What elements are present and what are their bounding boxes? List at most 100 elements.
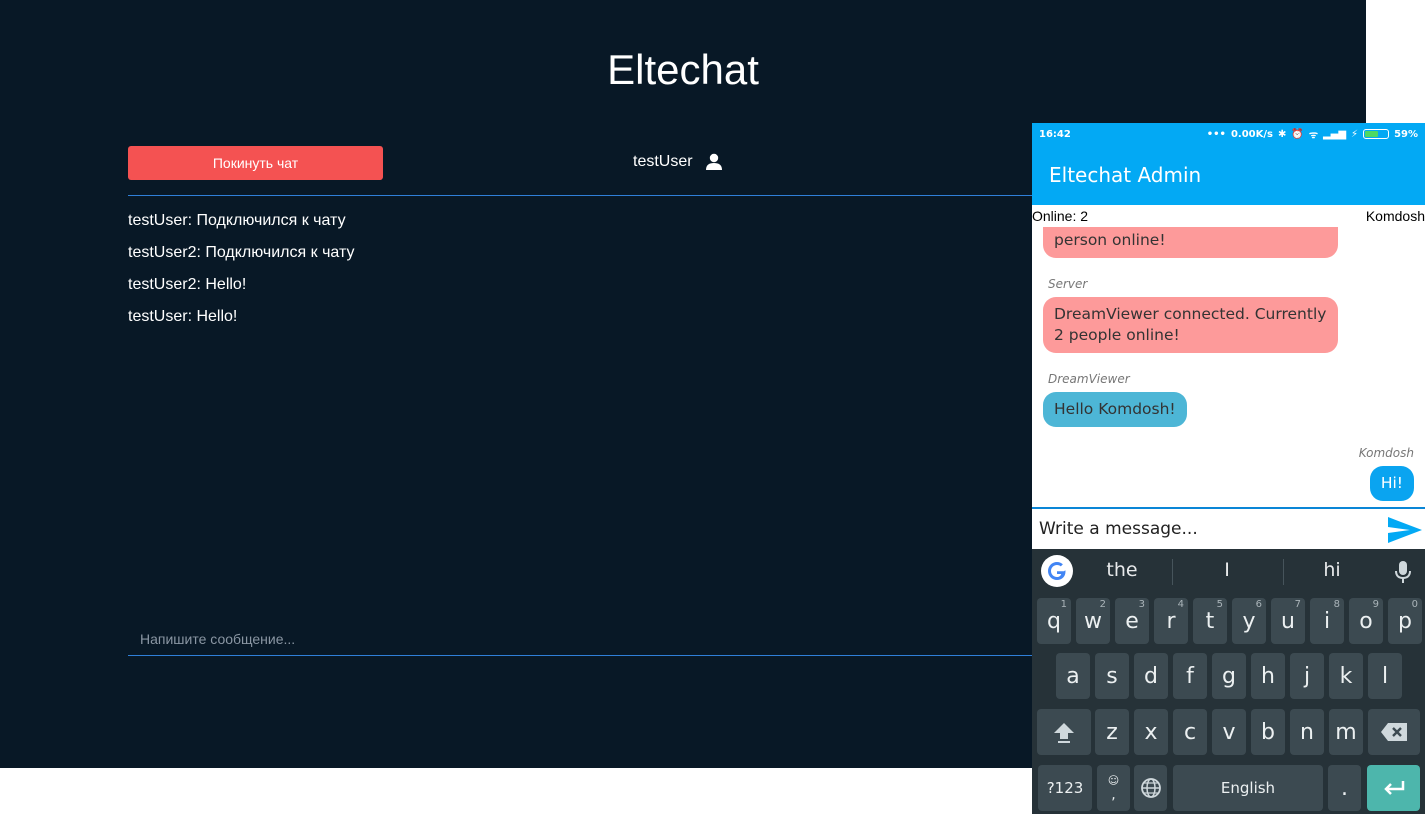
status-time: 16:42 (1039, 128, 1071, 140)
chat-message: Komdosh Hi! (1359, 446, 1414, 501)
key-x[interactable]: x (1134, 709, 1168, 755)
chat-bubble: Hi! (1369, 466, 1414, 501)
wifi-icon: ᯤ (1308, 130, 1318, 141)
period-label: . (1341, 775, 1348, 801)
key-hint: 7 (1294, 599, 1301, 610)
chat-bubble: Hello Komdosh! (1043, 392, 1187, 427)
shift-key[interactable] (1037, 709, 1091, 755)
key[interactable]: ?123 (1038, 765, 1092, 811)
key-v[interactable]: v (1212, 709, 1246, 755)
online-bar: Online: 2 Komdosh (1032, 205, 1425, 227)
key-i[interactable]: i8 (1310, 598, 1344, 644)
key-n[interactable]: n (1290, 709, 1324, 755)
network-speed: 0.00K/s (1230, 128, 1273, 140)
divider (128, 195, 1032, 196)
sender-name: DreamViewer (1048, 372, 1130, 386)
key-u[interactable]: u7 (1271, 598, 1305, 644)
chat-bubble: DreamViewer connected. Currently 2 peopl… (1043, 297, 1338, 353)
key-label: j (1303, 663, 1311, 689)
leave-chat-button[interactable]: Покинуть чат (128, 146, 383, 180)
space-key[interactable]: English (1173, 765, 1323, 811)
status-icons: ••• 0.00K/s ✱ ⏰ ᯤ ▂▄▆ ⚡ 59% (1207, 127, 1418, 142)
phone-app: 16:42 ••• 0.00K/s ✱ ⏰ ᯤ ▂▄▆ ⚡ 59% Eltech… (1032, 123, 1425, 814)
chat-list: Komdosh connected. Currently 1 person on… (1032, 205, 1425, 507)
google-icon[interactable] (1041, 555, 1073, 587)
chat-message: DreamViewer Hello Komdosh! (1043, 372, 1187, 427)
key-o[interactable]: o9 (1349, 598, 1383, 644)
key-label: z (1106, 719, 1118, 745)
key-label: b (1261, 719, 1275, 745)
key-q[interactable]: q1 (1037, 598, 1071, 644)
key-label: o (1359, 608, 1373, 634)
key-d[interactable]: d (1134, 653, 1168, 699)
alarm-icon: ⏰ (1291, 128, 1304, 140)
symbols-key: ?123 (1046, 779, 1084, 797)
key-label: w (1084, 608, 1102, 634)
key-label: d (1144, 663, 1158, 689)
key-label: p (1398, 608, 1412, 634)
key-label: g (1222, 663, 1236, 689)
key-hint: 1 (1060, 599, 1067, 610)
key-m[interactable]: m (1329, 709, 1363, 755)
app-title: Eltechat (607, 46, 759, 93)
key-hint: 5 (1216, 599, 1223, 610)
charging-icon: ⚡ (1351, 128, 1359, 140)
key-g[interactable]: g (1212, 653, 1246, 699)
key-label: e (1125, 608, 1139, 634)
message-item: testUser: Hello! (128, 308, 238, 325)
key-s[interactable]: s (1095, 653, 1129, 699)
mic-icon[interactable] (1393, 559, 1413, 585)
key-h[interactable]: h (1251, 653, 1285, 699)
key-b[interactable]: b (1251, 709, 1285, 755)
suggestion-item[interactable]: hi (1282, 559, 1382, 581)
message-list: testUser: Подключился к чату testUser2: … (128, 211, 1008, 339)
key-j[interactable]: j (1290, 653, 1324, 699)
key-label: s (1106, 663, 1118, 689)
key-hint: 4 (1177, 599, 1184, 610)
suggestion-item[interactable]: the (1072, 559, 1172, 581)
key-t[interactable]: t5 (1193, 598, 1227, 644)
enter-key[interactable] (1367, 765, 1420, 811)
backspace-key[interactable] (1368, 709, 1420, 755)
key-r[interactable]: r4 (1154, 598, 1188, 644)
key-label: c (1183, 719, 1197, 745)
key-f[interactable]: f (1173, 653, 1207, 699)
period-key[interactable]: . (1328, 765, 1361, 811)
key-hint: 6 (1255, 599, 1262, 610)
globe-icon (1140, 778, 1161, 798)
status-bar: 16:42 ••• 0.00K/s ✱ ⏰ ᯤ ▂▄▆ ⚡ 59% (1032, 123, 1425, 145)
key-label: k (1339, 663, 1353, 689)
key-label: n (1300, 719, 1314, 745)
key-label: t (1205, 608, 1215, 634)
key-y[interactable]: y6 (1232, 598, 1266, 644)
current-user: testUser (633, 151, 723, 173)
key-l[interactable]: l (1368, 653, 1402, 699)
key-e[interactable]: e3 (1115, 598, 1149, 644)
key-w[interactable]: w2 (1076, 598, 1110, 644)
key-a[interactable]: a (1056, 653, 1090, 699)
send-icon[interactable] (1386, 513, 1424, 547)
online-count: Online: 2 (1032, 208, 1089, 224)
backspace-icon (1381, 723, 1407, 741)
battery-percent: 59% (1394, 128, 1418, 140)
bluetooth-icon: ✱ (1277, 128, 1287, 140)
space-label: English (1220, 779, 1276, 797)
emoji-comma-key[interactable]: ☺ , (1097, 765, 1130, 811)
phone-message-input[interactable] (1032, 509, 1382, 549)
username-label: testUser (633, 153, 693, 170)
message-input[interactable] (128, 622, 1032, 656)
suggestion-item[interactable]: I (1177, 559, 1277, 581)
enter-icon (1383, 781, 1404, 795)
globe-key[interactable] (1134, 765, 1167, 811)
battery-icon (1363, 129, 1390, 139)
current-user-name: Komdosh (1365, 208, 1425, 224)
key-p[interactable]: p0 (1388, 598, 1422, 644)
key-label: x (1144, 719, 1158, 745)
key-c[interactable]: c (1173, 709, 1207, 755)
key-label: i (1323, 608, 1331, 634)
key-hint: 2 (1099, 599, 1106, 610)
message-item: testUser: Подключился к чату (128, 212, 346, 229)
key-k[interactable]: k (1329, 653, 1363, 699)
shift-icon (1054, 723, 1074, 743)
key-z[interactable]: z (1095, 709, 1129, 755)
